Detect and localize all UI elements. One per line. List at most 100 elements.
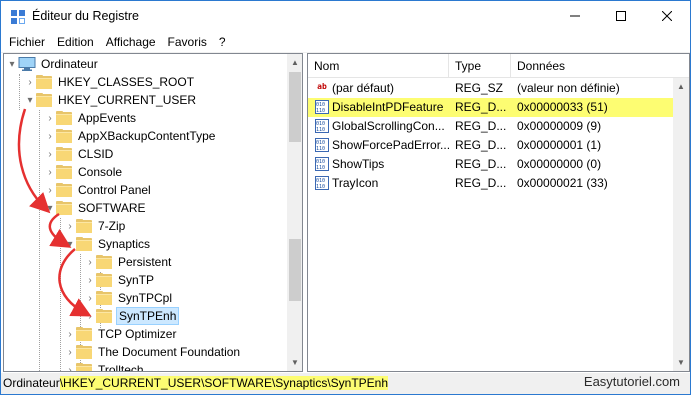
value-name: DisableIntPDFeature [332, 100, 444, 114]
value-row[interactable]: 010 110 DisableIntPDFeature REG_D... 0x00000… [308, 98, 689, 117]
menu-favoris[interactable]: Favoris [162, 32, 213, 52]
folder-icon [56, 147, 72, 161]
menu-affichage[interactable]: Affichage [100, 32, 162, 52]
tree-node-label: Console [78, 165, 123, 179]
collapsed-chevron-icon[interactable]: › [64, 325, 76, 343]
tree-node-label: The Document Foundation [98, 345, 241, 359]
collapsed-chevron-icon[interactable]: › [64, 343, 76, 361]
collapsed-chevron-icon[interactable]: › [44, 181, 56, 199]
key-tree-pane[interactable]: ▾ Ordinateur › HKEY_CLASSES_ROOT ▾ HKEY_CUR… [3, 53, 303, 372]
folder-icon [56, 129, 72, 143]
value-row[interactable]: ab (par défaut) REG_SZ (valeur non définie) [308, 79, 689, 98]
tree-guide-line [60, 218, 61, 371]
collapsed-chevron-icon[interactable]: › [84, 289, 96, 307]
values-list-pane[interactable]: Nom Type Données ab (par défaut) REG_SZ (va… [307, 53, 690, 372]
collapsed-chevron-icon[interactable]: › [64, 217, 76, 235]
expanded-chevron-icon[interactable]: ▾ [64, 235, 76, 253]
value-data: 0x00000033 (51) [517, 100, 608, 114]
watermark: Easytutoriel.com [583, 374, 680, 389]
tree-node-label: Control Panel [78, 183, 151, 197]
menu-edition[interactable]: Edition [51, 32, 100, 52]
list-scrollbar[interactable]: ▲ ▼ [673, 78, 689, 371]
value-name: TrayIcon [332, 176, 379, 190]
tree-node[interactable]: › Persistent [84, 253, 173, 271]
collapsed-chevron-icon[interactable]: › [84, 307, 96, 325]
tree-node[interactable]: › AppXBackupContentType [44, 127, 217, 145]
binary-value-icon: 010 110 [315, 100, 329, 114]
tree-node[interactable]: › CLSID [44, 145, 115, 163]
tree-node[interactable]: › SynTP [84, 271, 156, 289]
tree-scroll-thumb[interactable] [289, 72, 301, 142]
minimize-icon [570, 15, 580, 17]
tree-node[interactable]: ▾ SOFTWARE [44, 199, 148, 217]
value-data: (valeur non définie) [517, 81, 620, 95]
tree-node[interactable]: › AppEvents [44, 109, 138, 127]
tree-scrollbar[interactable]: ▲ ▼ [287, 54, 302, 371]
tree-node[interactable]: › Control Panel [44, 181, 153, 199]
tree-node[interactable]: ▾ Synaptics [64, 235, 152, 253]
scroll-up-icon[interactable]: ▲ [287, 54, 302, 71]
collapsed-chevron-icon[interactable]: › [84, 253, 96, 271]
value-row[interactable]: 010 110 TrayIcon REG_D... 0x00000021 (33) [308, 174, 689, 193]
close-button[interactable] [644, 1, 690, 31]
string-value-icon: ab [315, 81, 329, 95]
tree-node-label: HKEY_CLASSES_ROOT [58, 75, 195, 89]
column-data[interactable]: Données [511, 54, 673, 78]
value-name: ShowForcePadError... [332, 138, 449, 152]
tree-node-label: SynTP [118, 273, 155, 287]
collapsed-chevron-icon[interactable]: › [44, 127, 56, 145]
tree-node[interactable]: › SynTPCpl [84, 289, 174, 307]
collapsed-chevron-icon[interactable]: › [64, 361, 76, 372]
folder-icon [76, 363, 92, 371]
status-path: Ordinateur\HKEY_CURRENT_USER\SOFTWARE\Sy… [3, 375, 389, 392]
folder-icon [76, 345, 92, 359]
computer-icon [18, 57, 36, 71]
scroll-down-icon[interactable]: ▼ [287, 354, 302, 371]
tree-node[interactable]: › HKEY_CLASSES_ROOT [24, 73, 196, 91]
tree-node[interactable]: › 7-Zip [64, 217, 127, 235]
tree-node-root[interactable]: ▾ Ordinateur [6, 55, 100, 73]
minimize-button[interactable] [552, 1, 598, 31]
tree-node[interactable]: › The Document Foundation [64, 343, 242, 361]
collapsed-chevron-icon[interactable]: › [44, 109, 56, 127]
tree-scroll-thumb-lower[interactable] [289, 239, 301, 301]
value-row[interactable]: 010 110 ShowTips REG_D... 0x00000000 (0) [308, 155, 689, 174]
tree-node[interactable]: › Console [44, 163, 124, 181]
value-data: 0x00000000 (0) [517, 157, 602, 171]
expanded-chevron-icon[interactable]: ▾ [44, 199, 56, 217]
tree-node[interactable]: › SynTPEnh [84, 307, 180, 325]
svg-text:110: 110 [316, 184, 325, 189]
menu-fichier[interactable]: Fichier [3, 32, 51, 52]
folder-icon [76, 219, 92, 233]
collapsed-chevron-icon[interactable]: › [24, 73, 36, 91]
column-name[interactable]: Nom [308, 54, 449, 78]
value-data: 0x00000009 (9) [517, 119, 602, 133]
expanded-chevron-icon[interactable]: ▾ [6, 55, 18, 73]
registry-editor-window: Éditeur du Registre Fichier Edition Affi… [0, 0, 691, 395]
tree-node[interactable]: ▾ HKEY_CURRENT_USER [24, 91, 198, 109]
value-name: (par défaut) [332, 81, 395, 95]
binary-value-icon: 010 110 [315, 138, 329, 152]
title-bar: Éditeur du Registre [1, 1, 690, 32]
collapsed-chevron-icon[interactable]: › [44, 145, 56, 163]
window-title: Éditeur du Registre [32, 9, 140, 23]
value-row[interactable]: 010 110 GlobalScrollingCon... REG_D... 0x000… [308, 117, 689, 136]
expanded-chevron-icon[interactable]: ▾ [24, 91, 36, 109]
collapsed-chevron-icon[interactable]: › [44, 163, 56, 181]
scroll-down-icon[interactable]: ▼ [673, 354, 689, 371]
scroll-up-icon[interactable]: ▲ [673, 78, 689, 95]
tree-node-label: TCP Optimizer [98, 327, 177, 341]
collapsed-chevron-icon[interactable]: › [84, 271, 96, 289]
tree-node-label: HKEY_CURRENT_USER [58, 93, 197, 107]
tree-node[interactable]: › TCP Optimizer [64, 325, 178, 343]
column-type[interactable]: Type [449, 54, 511, 78]
folder-icon [36, 93, 52, 107]
menu-help[interactable]: ? [213, 32, 232, 52]
tree-label-root: Ordinateur [41, 57, 98, 71]
tree-node-label: Trolltech [98, 363, 144, 372]
value-row[interactable]: 010 110 ShowForcePadError... REG_D... 0x0000… [308, 136, 689, 155]
svg-text:110: 110 [316, 108, 325, 113]
maximize-button[interactable] [598, 1, 644, 31]
binary-value-icon: 010 110 [315, 157, 329, 171]
tree-node[interactable]: › Trolltech [64, 361, 146, 372]
